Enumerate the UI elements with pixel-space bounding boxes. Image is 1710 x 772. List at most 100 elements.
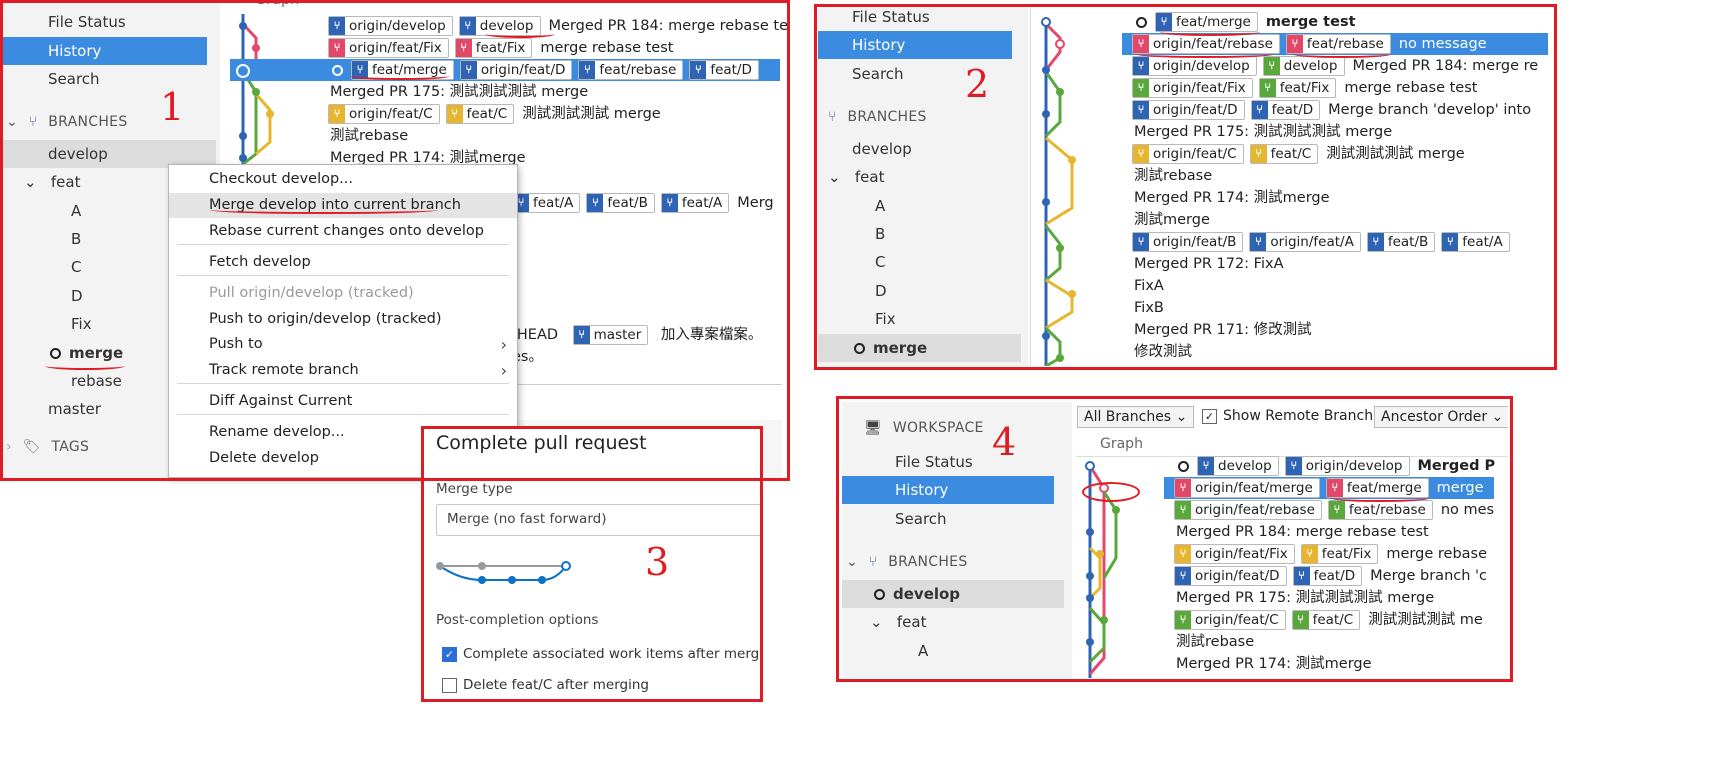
menu-item-fetch-develop[interactable]: Fetch develop — [169, 250, 517, 275]
merge-type-select[interactable]: Merge (no fast forward) — [436, 504, 760, 536]
commit-row[interactable]: Merged PR 175: 測試測試測試 merge — [328, 81, 588, 103]
branch-tag[interactable]: ⑂ origin/feat/C — [1132, 144, 1244, 164]
folder-feat[interactable]: ⌄ feat — [828, 163, 884, 191]
branch-tag[interactable]: ⑂ feat/A — [512, 193, 581, 213]
branch-B[interactable]: B — [875, 220, 885, 248]
branch-B[interactable]: B — [71, 225, 81, 253]
nav-history[interactable]: History — [0, 37, 207, 65]
show-remote-branches-toggle[interactable]: ✓ Show Remote Branches — [1202, 408, 1389, 424]
workspace-header[interactable]: 🖥 WORKSPACE — [864, 420, 984, 436]
commit-row[interactable]: ⑂ origin/feat/Fix ⑂ feat/Fix merge rebase te… — [328, 37, 673, 59]
branch-tag[interactable]: ⑂ develop — [1262, 56, 1345, 76]
nav-file-status[interactable]: File Status — [895, 448, 973, 476]
branch-rebase[interactable]: rebase — [71, 367, 122, 395]
menu-item-push-to[interactable]: Push to › — [169, 332, 517, 357]
nav-file-status[interactable]: File Status — [852, 6, 930, 31]
branch-tag[interactable]: ⑂ origin/feat/D — [1174, 566, 1287, 586]
commit-row[interactable]: ⑂ origin/feat/B ⑂ origin/feat/A ⑂ feat/B ⑂ feat… — [1132, 231, 1518, 253]
commit-row[interactable]: Merged PR 175: 測試測試測試 merge — [1132, 121, 1392, 143]
branch-tag[interactable]: ⑂ feat/A — [1441, 232, 1510, 252]
graph-column-header[interactable]: Graph — [1100, 436, 1143, 452]
checkbox-unchecked-icon[interactable] — [442, 677, 457, 693]
option-delete-branch[interactable]: Delete feat/C after merging — [442, 677, 649, 693]
commit-row[interactable]: Merged PR 174: 測試merge — [1132, 187, 1330, 209]
branch-D[interactable]: D — [875, 277, 887, 305]
nav-history[interactable]: History — [818, 31, 1012, 59]
commit-row-partial[interactable]: ⑂ feat/A ⑂ feat/B ⑂ feat/A Merg — [512, 192, 774, 214]
commit-row[interactable]: ⑂ origin/feat/D ⑂ feat/D Merge branch 'devel… — [1132, 99, 1531, 121]
commit-row[interactable]: 修改測試 — [1132, 341, 1192, 363]
graph-column-header[interactable]: Graph — [255, 0, 299, 8]
branch-A[interactable]: A — [875, 192, 885, 220]
branch-tag[interactable]: ⑂ origin/develop — [1132, 56, 1257, 76]
branch-tag[interactable]: ⑂ feat/D — [1292, 566, 1363, 586]
nav-search[interactable]: Search — [852, 60, 904, 88]
commit-row[interactable]: ⑂ feat/merge ⑂ origin/feat/D ⑂ feat/rebase ⑂ fe… — [230, 59, 780, 81]
commit-row[interactable]: Merged PR 171: 修改測試 — [1132, 319, 1312, 341]
branch-C[interactable]: C — [71, 253, 81, 281]
branch-tag[interactable]: ⑂ feat/C — [445, 104, 515, 124]
branches-header[interactable]: ⌄ ⑂ BRANCHES — [846, 554, 968, 570]
commit-row[interactable]: FixB — [1132, 297, 1164, 319]
branch-Fix[interactable]: Fix — [71, 310, 92, 338]
branches-header[interactable]: ⌄ ⑂ BRANCHES — [6, 114, 128, 130]
commit-row[interactable]: 測試merge — [1132, 209, 1210, 231]
branch-tag[interactable]: ⑂ origin/feat/Fix — [1132, 78, 1253, 98]
branch-A[interactable]: A — [71, 197, 81, 225]
folder-feat[interactable]: ⌄ feat — [870, 608, 926, 636]
branch-C[interactable]: C — [875, 248, 885, 276]
branch-tag[interactable]: ⑂ feat/rebase — [1327, 500, 1433, 520]
branch-tag[interactable]: ⑂ feat/B — [1366, 232, 1436, 252]
branch-tag[interactable]: ⑂ origin/develop — [1284, 456, 1410, 476]
branch-tag[interactable]: ⑂ feat/C — [1249, 144, 1319, 164]
branch-tag[interactable]: ⑂ origin/develop — [328, 16, 453, 36]
commit-row[interactable]: ⑂ origin/feat/D ⑂ feat/D Merge branch 'c — [1174, 565, 1487, 587]
menu-item-push-to-origin-develop-tracked[interactable]: Push to origin/develop (tracked) — [169, 307, 517, 332]
branch-tag[interactable]: ⑂ origin/feat/B — [1132, 232, 1244, 252]
commit-row[interactable]: 測試rebase — [1132, 165, 1212, 187]
commit-row[interactable]: FixA — [1132, 275, 1164, 297]
commit-row[interactable]: ⑂ origin/feat/C ⑂ feat/C 測試測試測試 me — [1174, 609, 1483, 631]
branch-tag[interactable]: ⑂ origin/feat/rebase — [1174, 500, 1322, 520]
tags-header[interactable]: › 🏷 TAGS — [6, 439, 89, 455]
menu-item-checkout-develop[interactable]: Checkout develop... — [169, 167, 517, 192]
commit-row[interactable]: 測試rebase — [1174, 631, 1254, 653]
branch-tag[interactable]: ⑂ feat/D — [1250, 100, 1321, 120]
commit-row[interactable]: Merged PR 174: 測試merge — [1174, 653, 1372, 675]
checkbox-checked-icon[interactable]: ✓ — [1202, 408, 1217, 424]
checkbox-checked-icon[interactable]: ✓ — [442, 646, 457, 662]
option-complete-work-items[interactable]: ✓ Complete associated work items after me… — [442, 646, 760, 662]
branch-tag[interactable]: ⑂ feat/Fix — [454, 38, 533, 58]
branch-develop[interactable]: develop — [842, 580, 1064, 608]
commit-row-master[interactable]: /HEAD ⑂ master 加入專案檔案。 — [512, 324, 762, 346]
branch-A[interactable]: A — [918, 637, 928, 665]
nav-search[interactable]: Search — [48, 65, 100, 93]
branch-tag[interactable]: ⑂ feat/Fix — [1258, 78, 1337, 98]
branch-tag[interactable]: ⑂ feat/rebase — [578, 60, 684, 80]
commit-row[interactable]: ⑂ origin/develop ⑂ develop Merged PR 184: me… — [328, 15, 790, 37]
branch-tag[interactable]: ⑂ feat/D — [689, 60, 759, 80]
nav-file-status[interactable]: File Status — [48, 8, 126, 36]
nav-history[interactable]: History — [842, 476, 1054, 504]
branch-tag[interactable]: ⑂ origin/feat/A — [1249, 232, 1361, 252]
branch-master[interactable]: master — [48, 395, 101, 423]
order-dropdown[interactable]: Ancestor Order ⌄ — [1374, 406, 1508, 428]
commit-row[interactable]: Merged PR 175: 測試測試測試 merge — [1174, 587, 1434, 609]
branch-tag[interactable]: ⑂ origin/feat/D — [1132, 100, 1245, 120]
folder-feat[interactable]: ⌄ feat — [24, 168, 80, 196]
branches-header[interactable]: ⑂ BRANCHES — [828, 109, 927, 125]
branch-develop[interactable]: develop — [852, 135, 912, 163]
commit-row[interactable]: ⑂ origin/feat/merge ⑂ feat/merge merge — [1164, 477, 1494, 499]
commit-row[interactable]: ⑂ origin/feat/C ⑂ feat/C 測試測試測試 merge — [1132, 143, 1465, 165]
branch-Fix[interactable]: Fix — [875, 305, 896, 333]
branch-tag[interactable]: ⑂ feat/Fix — [1300, 544, 1379, 564]
branch-tag[interactable]: ⑂ feat/B — [586, 193, 655, 213]
branch-merge[interactable]: merge — [818, 334, 1021, 362]
commit-row[interactable]: ⑂ origin/feat/Fix ⑂ feat/Fix merge rebase — [1174, 543, 1487, 565]
commit-row[interactable]: 測試rebase — [328, 125, 408, 147]
branch-tag[interactable]: ⑂ origin/feat/Fix — [328, 38, 449, 58]
commit-row[interactable]: ⑂ origin/feat/Fix ⑂ feat/Fix merge rebase te… — [1132, 77, 1477, 99]
commit-row[interactable]: Merged PR 172: FixA — [1132, 253, 1284, 275]
menu-item-track-remote-branch[interactable]: Track remote branch › — [169, 358, 517, 383]
menu-item-rebase-current-changes-onto-develop[interactable]: Rebase current changes onto develop — [169, 219, 517, 244]
